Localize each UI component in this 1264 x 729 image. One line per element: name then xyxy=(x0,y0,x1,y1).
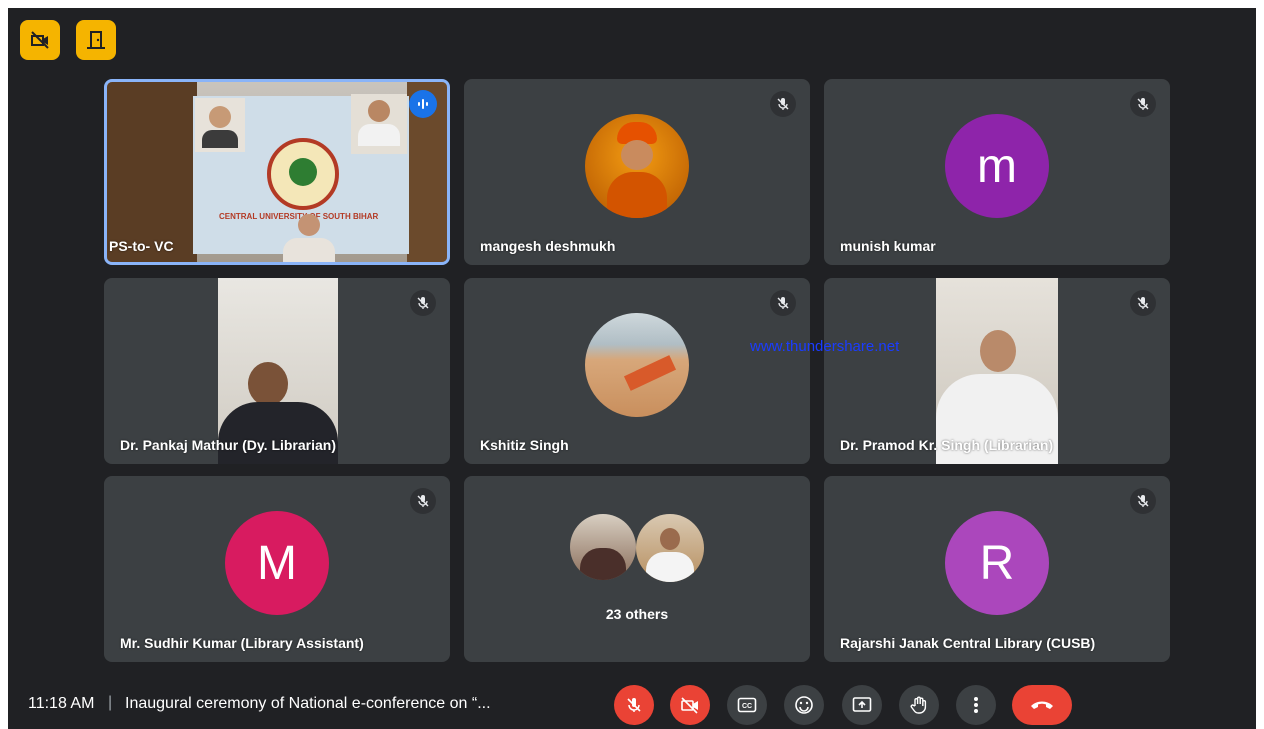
participant-tile-mangesh[interactable]: mangesh deshmukh xyxy=(464,79,810,265)
participant-tile-pramod[interactable]: Dr. Pramod Kr. Singh (Librarian) xyxy=(824,278,1170,464)
end-call-button[interactable] xyxy=(1012,685,1072,725)
present-icon xyxy=(852,697,872,712)
more-icon xyxy=(974,697,978,713)
participant-name: PS-to- VC xyxy=(109,238,174,254)
watermark: www.thundershare.net xyxy=(750,338,900,355)
mic-off-indicator xyxy=(770,91,796,117)
mic-off-icon xyxy=(777,98,789,110)
mic-off-indicator xyxy=(1130,488,1156,514)
participant-tile-kshitiz[interactable]: Kshitiz Singh xyxy=(464,278,810,464)
mic-off-icon xyxy=(777,297,789,309)
avatar xyxy=(585,114,689,218)
door-exit-icon xyxy=(87,31,105,49)
separator: | xyxy=(108,694,113,711)
end-call-icon xyxy=(1031,701,1053,709)
meeting-time: 11:18 AM xyxy=(28,695,95,712)
mic-off-indicator xyxy=(1130,91,1156,117)
more-options-button[interactable] xyxy=(956,685,996,725)
participant-name: Dr. Pramod Kr. Singh (Librarian) xyxy=(840,437,1054,453)
mic-off-icon xyxy=(1137,297,1149,309)
present-screen-button[interactable] xyxy=(842,685,882,725)
mic-off-icon xyxy=(417,495,429,507)
mic-off-indicator xyxy=(410,290,436,316)
participant-tile-rajarshi[interactable]: R Rajarshi Janak Central Library (CUSB) xyxy=(824,476,1170,662)
mic-off-icon xyxy=(417,297,429,309)
no-camera-icon xyxy=(31,31,49,49)
captions-icon: CC xyxy=(737,697,757,713)
participant-tile-munish[interactable]: m munish kumar xyxy=(824,79,1170,265)
audio-level-icon xyxy=(418,99,428,109)
university-emblem xyxy=(267,138,339,210)
others-tile[interactable]: 23 others xyxy=(464,476,810,662)
others-avatar-1 xyxy=(570,514,636,580)
raise-hand-button[interactable] xyxy=(899,685,939,725)
avatar xyxy=(585,313,689,417)
speaking-indicator xyxy=(409,90,437,118)
participant-name: Mr. Sudhir Kumar (Library Assistant) xyxy=(120,635,364,651)
participant-name: Rajarshi Janak Central Library (CUSB) xyxy=(840,635,1096,651)
participant-tile-ps-to-vc[interactable]: CENTRAL UNIVERSITY OF SOUTH BIHAR PS-to-… xyxy=(104,79,450,265)
emoji-reactions-button[interactable] xyxy=(784,685,824,725)
mic-off-icon xyxy=(1137,495,1149,507)
avatar: M xyxy=(225,511,329,615)
participant-name: Kshitiz Singh xyxy=(480,437,569,453)
others-count: 23 others xyxy=(605,606,669,622)
participant-tile-sudhir[interactable]: M Mr. Sudhir Kumar (Library Assistant) xyxy=(104,476,450,662)
camera-toggle-button[interactable] xyxy=(670,685,710,725)
participant-name: Dr. Pankaj Mathur (Dy. Librarian) xyxy=(120,437,337,453)
mic-off-indicator xyxy=(410,488,436,514)
camera-off-icon xyxy=(681,697,698,714)
mic-off-icon xyxy=(1137,98,1149,110)
leave-room-button[interactable] xyxy=(76,20,116,60)
emoji-icon xyxy=(795,696,813,714)
mic-off-indicator xyxy=(770,290,796,316)
svg-text:CC: CC xyxy=(742,703,752,710)
no-camera-button[interactable] xyxy=(20,20,60,60)
speaker-person xyxy=(279,214,339,262)
portrait-right xyxy=(351,94,407,154)
meeting-title: Inaugural ceremony of National e-confere… xyxy=(125,695,491,712)
raise-hand-icon xyxy=(910,696,927,714)
participant-name: munish kumar xyxy=(840,238,936,254)
mic-off-icon xyxy=(627,698,641,712)
meet-window: CENTRAL UNIVERSITY OF SOUTH BIHAR PS-to-… xyxy=(8,8,1256,729)
mic-off-indicator xyxy=(1130,290,1156,316)
participant-tile-pankaj[interactable]: Dr. Pankaj Mathur (Dy. Librarian) xyxy=(104,278,450,464)
microphone-toggle-button[interactable] xyxy=(614,685,654,725)
participant-name: mangesh deshmukh xyxy=(480,238,616,254)
others-avatar-2 xyxy=(636,514,704,582)
captions-button[interactable]: CC xyxy=(727,685,767,725)
video-feed: CENTRAL UNIVERSITY OF SOUTH BIHAR xyxy=(107,82,447,262)
portrait-left xyxy=(195,98,245,152)
avatar: R xyxy=(945,511,1049,615)
avatar: m xyxy=(945,114,1049,218)
